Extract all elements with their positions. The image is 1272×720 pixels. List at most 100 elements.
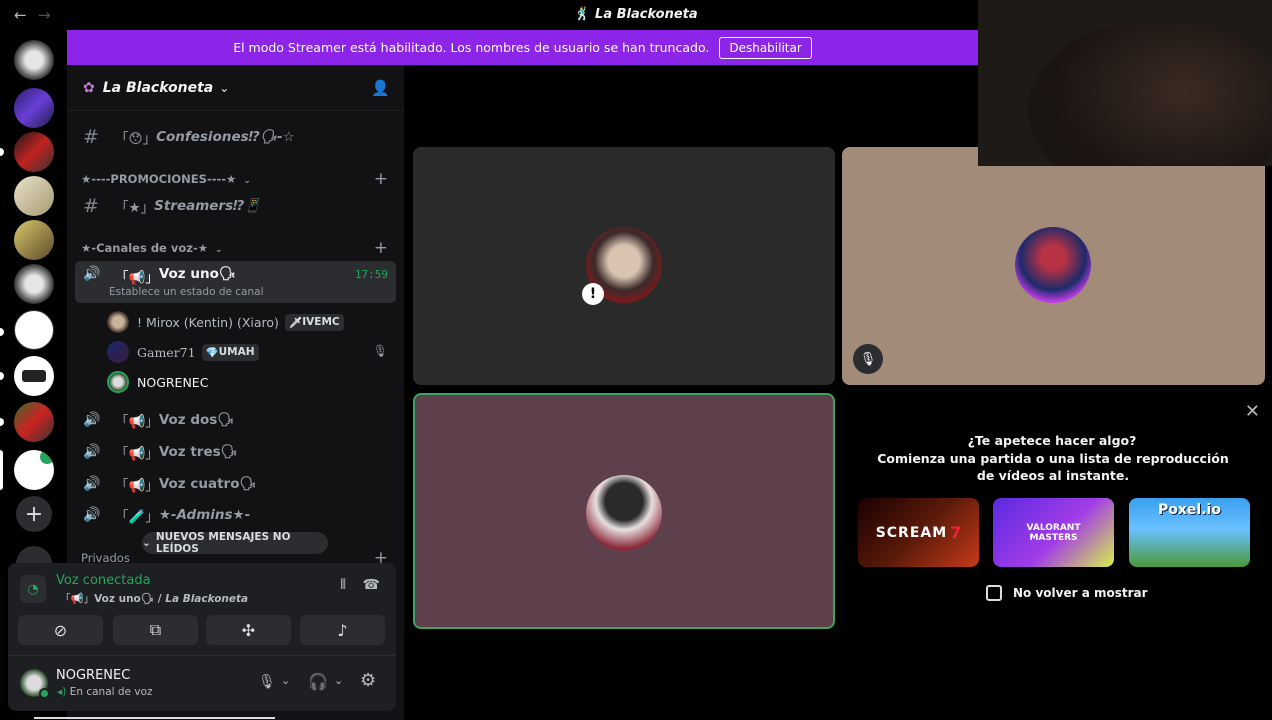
tag-text: UMAH bbox=[218, 346, 255, 358]
channel-prefix: 「😯」 bbox=[115, 131, 157, 147]
disable-streamer-button[interactable]: Deshabilitar bbox=[719, 36, 812, 59]
disconnect-icon[interactable]: ☎ bbox=[363, 577, 380, 593]
game-card-poxel[interactable]: Poxel.io bbox=[1129, 498, 1250, 567]
gem-icon: 💎 bbox=[205, 346, 219, 359]
channel-voz-dos[interactable]: 🔊 「📢」 Voz dos🗣 bbox=[75, 405, 396, 435]
headphones-icon[interactable]: 🎧 bbox=[308, 672, 328, 691]
status-text: En canal de voz bbox=[69, 686, 153, 698]
webcam-overlay bbox=[978, 0, 1272, 166]
camera-off-button[interactable]: ⊘ bbox=[18, 615, 103, 645]
hash-icon: # bbox=[83, 126, 99, 148]
video-tile-gamer71[interactable]: 🎙 bbox=[842, 147, 1265, 385]
channel-prefix: 「🧪」 bbox=[115, 509, 159, 525]
voice-user[interactable]: NOGRENEC bbox=[107, 368, 208, 396]
voice-user[interactable]: Gamer71 💎 UMAH bbox=[107, 338, 259, 366]
user-name: NOGRENEC bbox=[137, 374, 209, 390]
chevron-down-icon: ⌄ bbox=[219, 80, 230, 95]
banner-message: El modo Streamer está habilitado. Los no… bbox=[233, 40, 710, 55]
user-tag: 💎 UMAH bbox=[201, 343, 259, 361]
add-channel-icon[interactable]: + bbox=[374, 169, 388, 189]
server-icon-skull[interactable] bbox=[14, 40, 54, 80]
activity-title: ¿Te apetece hacer algo? bbox=[967, 433, 1137, 448]
voice-channel-info[interactable]: 「📢」Voz uno🗣 / La Blackoneta bbox=[60, 591, 248, 606]
game-subtitle: 7 bbox=[950, 523, 962, 542]
avatar bbox=[107, 341, 129, 363]
user-name[interactable]: NOGRENEC bbox=[56, 668, 130, 683]
server-icon-money[interactable] bbox=[14, 176, 54, 216]
voice-user[interactable]: ! Mirox (Kentin) (Xiaro) 🗡 IVEMC bbox=[107, 308, 344, 336]
sword-icon: 🗡 bbox=[288, 316, 303, 329]
voice-connection-panel: ◔ Voz conectada 「📢」Voz uno🗣 / La Blackon… bbox=[8, 563, 396, 655]
channel-prefix: 「📢」 bbox=[115, 270, 159, 286]
category-voice[interactable]: ★-Canales de voz-★ ⌄ bbox=[81, 241, 223, 255]
server-icon-character[interactable] bbox=[14, 220, 54, 260]
video-tile-mirox[interactable]: ! bbox=[413, 147, 835, 385]
webcam-person bbox=[1028, 20, 1272, 166]
channel-prefix: 「📢」 bbox=[115, 446, 159, 462]
signal-icon[interactable]: ◔ bbox=[20, 575, 46, 603]
selected-pill bbox=[0, 450, 3, 490]
voice-indicator-icon bbox=[40, 450, 54, 464]
server-icon-active[interactable] bbox=[14, 450, 54, 490]
video-tile-nogrenec[interactable] bbox=[413, 393, 835, 629]
category-label: ★-Canales de voz-★ bbox=[81, 241, 209, 255]
server-icon-red[interactable] bbox=[14, 132, 54, 172]
channel-name: Streamers⁉📱 bbox=[154, 198, 262, 214]
channel-admins[interactable]: 🔊 「🧪」 ★-Admins★- bbox=[75, 500, 396, 530]
channel-voz-tres[interactable]: 🔊 「📢」 Voz tres🗣 bbox=[75, 437, 396, 467]
dont-show-label[interactable]: No volver a mostrar bbox=[1013, 586, 1148, 600]
locked-speaker-icon: 🔊 bbox=[83, 507, 101, 523]
user-panel: NOGRENEC ◂) En canal de voz 🎙 ⌄ 🎧 ⌄ ⚙ bbox=[8, 655, 396, 711]
close-icon[interactable]: ✕ bbox=[1245, 401, 1260, 422]
user-status: ◂) En canal de voz bbox=[57, 686, 153, 698]
chevron-down-icon[interactable]: ⌄ bbox=[334, 674, 343, 687]
rocket-icon: ✣ bbox=[241, 620, 256, 640]
channel-voz-uno[interactable]: 🔊 「📢」 Voz uno🗣 17:59 Establece un estado… bbox=[75, 261, 396, 303]
voice-status[interactable]: Voz conectada bbox=[56, 573, 151, 588]
user-name: ! Mirox (Kentin) (Xiaro) bbox=[137, 314, 279, 330]
channel-streamers[interactable]: # 「★」 Streamers⁉📱 bbox=[75, 191, 396, 221]
game-title: VALORANT bbox=[1026, 522, 1081, 533]
soundboard-button[interactable]: ♪ bbox=[300, 615, 385, 645]
microphone-icon[interactable]: 🎙 bbox=[258, 674, 276, 690]
new-messages-label: NUEVOS MENSAJES NO LEÍDOS bbox=[155, 531, 291, 555]
user-tag: 🗡 IVEMC bbox=[284, 313, 344, 331]
game-subtitle: MASTERS bbox=[1029, 532, 1078, 543]
dont-show-checkbox[interactable] bbox=[986, 585, 1002, 601]
warning-icon: ! bbox=[582, 283, 604, 305]
category-promociones[interactable]: ★----PROMOCIONES----★ ⌄ bbox=[81, 172, 251, 186]
user-name: Gamer71 bbox=[137, 344, 196, 360]
new-messages-pill[interactable]: ⌄ NUEVOS MENSAJES NO LEÍDOS bbox=[142, 531, 328, 555]
channel-confesiones[interactable]: # 「😯」 Confesiones⁉🗣-☆ bbox=[75, 122, 396, 152]
channel-status[interactable]: Establece un estado de canal bbox=[109, 286, 264, 298]
noise-suppression-icon[interactable]: ⫴ bbox=[340, 577, 346, 593]
server-icon-game[interactable] bbox=[14, 402, 54, 442]
add-server-icon[interactable]: + bbox=[16, 496, 52, 532]
settings-gear-icon[interactable]: ⚙ bbox=[360, 670, 376, 691]
server-icon-skull-2[interactable] bbox=[14, 264, 54, 304]
channel-voz-cuatro[interactable]: 🔊 「📢」 Voz cuatro🗣 bbox=[75, 469, 396, 499]
server-icon-sketch[interactable] bbox=[14, 310, 54, 350]
flower-icon: ✿ bbox=[83, 79, 95, 96]
streamer-mode-banner: El modo Streamer está habilitado. Los no… bbox=[67, 30, 978, 65]
server-icon-small: 🕺 bbox=[574, 7, 596, 22]
add-channel-icon[interactable]: + bbox=[374, 238, 388, 258]
speaker-icon: 🔊 bbox=[83, 444, 101, 460]
invite-people-icon[interactable]: 👤 bbox=[371, 79, 390, 97]
chevron-down-icon: ⌄ bbox=[142, 537, 151, 549]
server-header[interactable]: ✿ La Blackoneta ⌄ 👤 bbox=[67, 65, 404, 111]
channel-name: Voz cuatro🗣 bbox=[158, 476, 257, 492]
server-icon-car[interactable] bbox=[14, 356, 54, 396]
channel-name: Voz uno🗣 / bbox=[94, 593, 166, 605]
share-screen-button[interactable]: ⧉ bbox=[113, 615, 198, 645]
avatar[interactable] bbox=[20, 669, 50, 699]
server-name: La Blackoneta bbox=[102, 79, 214, 96]
game-card-valorant[interactable]: VALORANT MASTERS bbox=[993, 498, 1114, 567]
chevron-down-icon[interactable]: ⌄ bbox=[281, 674, 290, 687]
game-card-scream[interactable]: SCREAM 7 bbox=[858, 498, 979, 567]
server-icon-purple[interactable] bbox=[14, 88, 54, 128]
activities-button[interactable]: ✣ bbox=[206, 615, 291, 645]
game-title: Poxel.io bbox=[1158, 502, 1221, 518]
muted-mic-icon: 🎙 bbox=[853, 344, 883, 374]
avatar bbox=[586, 475, 662, 551]
